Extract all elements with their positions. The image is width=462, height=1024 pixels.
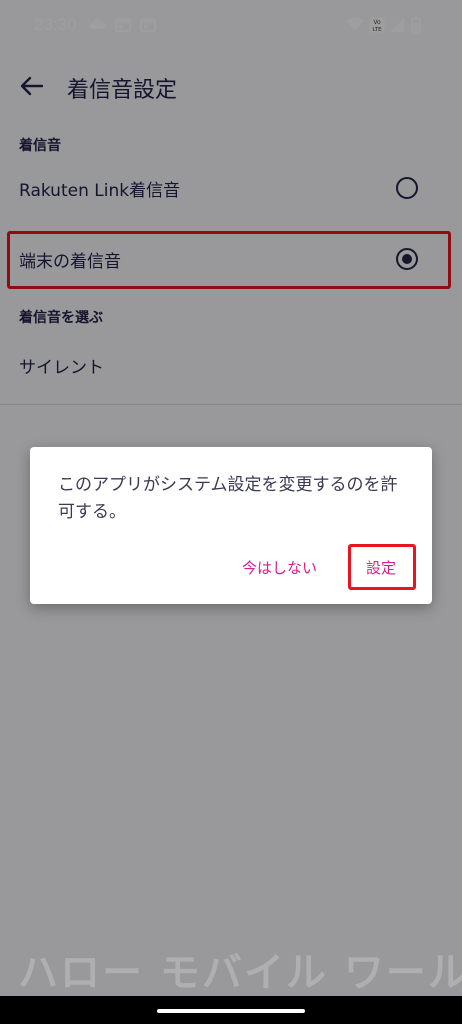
navigation-bar bbox=[0, 996, 462, 1024]
not-now-button[interactable]: 今はしない bbox=[242, 557, 317, 578]
highlight-box-settings-button bbox=[348, 544, 416, 590]
watermark-logo: ハロー モバイル ワールド bbox=[18, 950, 462, 996]
home-gesture-handle[interactable] bbox=[157, 1009, 305, 1013]
dialog-message: このアプリがシステム設定を変更するのを許可する。 bbox=[58, 475, 398, 522]
permission-dialog: このアプリがシステム設定を変更するのを許可する。 今はしない 設定 bbox=[30, 447, 432, 604]
